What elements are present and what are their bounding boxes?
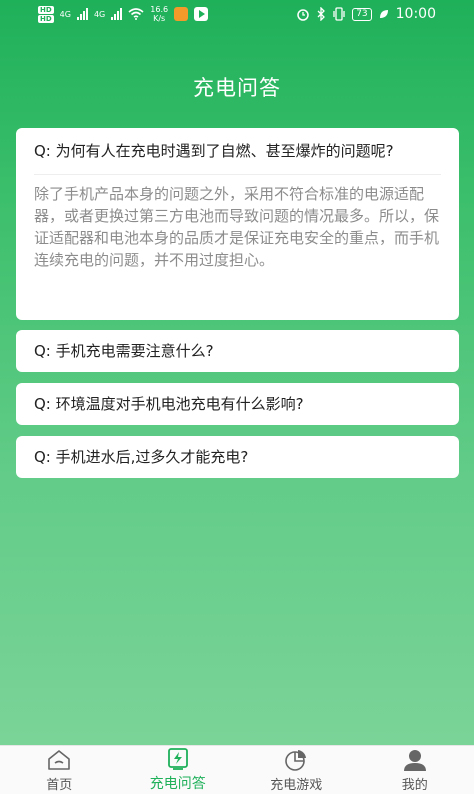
- nav-item-home[interactable]: 首页: [0, 746, 119, 794]
- battery-indicator: 73: [352, 7, 372, 21]
- net2-label: 4G: [93, 9, 106, 19]
- signal-icon: [111, 8, 123, 20]
- app-notification-icon: [174, 7, 189, 21]
- sim2-badge: HD: [38, 14, 54, 23]
- wifi-icon: [128, 8, 144, 20]
- bluetooth-icon: [317, 7, 326, 21]
- bottom-nav: 首页 充电问答 充电游戏 我的: [0, 745, 474, 794]
- sim-indicators: HD HD: [38, 5, 54, 23]
- status-bar: HD HD 4G 4G 16.6 K/s 73 10:00: [0, 0, 474, 28]
- leaf-icon: [379, 10, 388, 18]
- charging-icon: [167, 748, 188, 770]
- faq-question[interactable]: Q: 手机进水后,过多久才能充电?: [34, 444, 248, 470]
- nav-item-charging-qa[interactable]: 充电问答: [119, 746, 238, 794]
- status-left: HD HD 4G 4G 16.6 K/s: [38, 5, 209, 23]
- nav-label: 充电问答: [149, 776, 206, 792]
- faq-answer: 除了手机产品本身的问题之外，采用不符合标准的电源适配器，或者更换过第三方电池而导…: [34, 185, 440, 269]
- net1-label: 4G: [59, 9, 71, 19]
- sim1-badge: HD: [38, 5, 54, 14]
- faq-item-expanded[interactable]: Q: 为何有人在充电时遇到了自燃、甚至爆炸的问题呢? 除了手机产品本身的问题之外…: [16, 128, 459, 320]
- nav-item-charging-game[interactable]: 充电游戏: [237, 746, 356, 794]
- faq-question[interactable]: Q: 手机充电需要注意什么?: [34, 338, 214, 364]
- clock: 10:00: [395, 6, 436, 22]
- user-icon: [403, 749, 426, 771]
- signal-icon: [76, 8, 88, 20]
- faq-question[interactable]: Q: 为何有人在充电时遇到了自燃、甚至爆炸的问题呢?: [34, 138, 441, 164]
- nav-label: 充电游戏: [270, 777, 323, 793]
- faq-item[interactable]: Q: 手机充电需要注意什么?: [16, 330, 459, 372]
- play-notification-icon: [194, 7, 209, 21]
- nav-item-mine[interactable]: 我的: [356, 746, 474, 794]
- nav-label: 首页: [46, 777, 73, 793]
- faq-item[interactable]: Q: 手机进水后,过多久才能充电?: [16, 436, 459, 478]
- home-icon: [48, 749, 71, 770]
- vibrate-icon: [333, 7, 345, 21]
- faq-item[interactable]: Q: 环境温度对手机电池充电有什么影响?: [16, 383, 459, 425]
- faq-question[interactable]: Q: 环境温度对手机电池充电有什么影响?: [34, 391, 304, 417]
- alarm-icon: [297, 9, 309, 21]
- status-right: 73 10:00: [296, 6, 436, 22]
- speed-value: 16.6: [150, 5, 169, 14]
- page-title: 充电问答: [193, 76, 281, 100]
- faq-divider: [34, 174, 441, 175]
- nav-label: 我的: [401, 777, 428, 793]
- network-speed: 16.6 K/s: [150, 5, 168, 23]
- speed-unit: K/s: [153, 14, 166, 23]
- pie-chart-icon: [285, 749, 307, 771]
